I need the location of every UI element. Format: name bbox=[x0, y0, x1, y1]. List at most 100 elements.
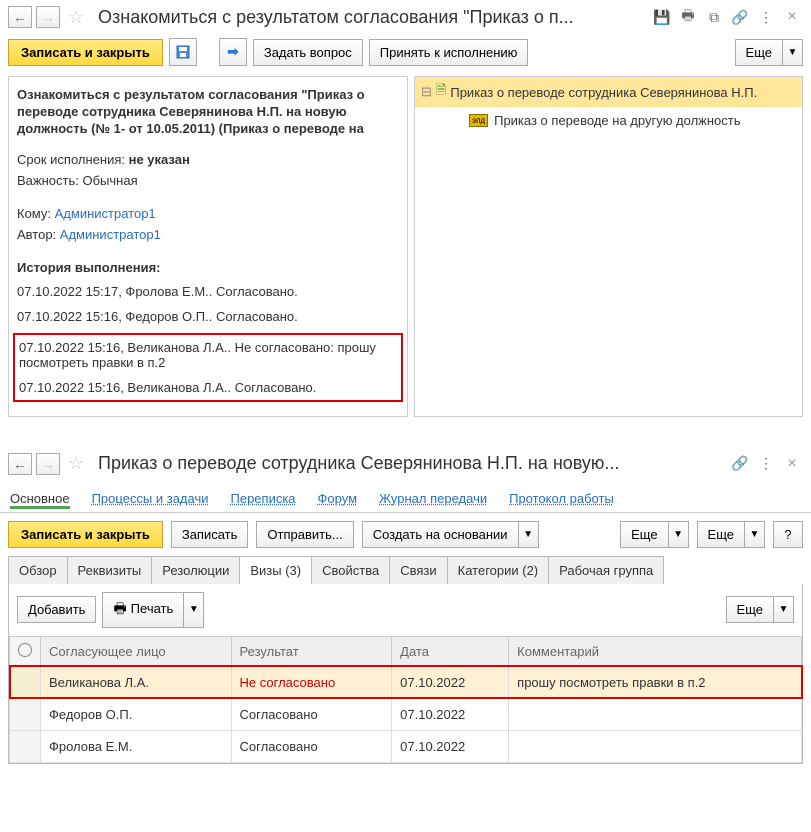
importance-value: Обычная bbox=[82, 173, 137, 188]
favorite-star-icon[interactable]: ☆ bbox=[68, 453, 88, 474]
subtab-workgroup[interactable]: Рабочая группа bbox=[548, 556, 664, 584]
author-label: Автор: bbox=[17, 227, 56, 242]
more-button[interactable]: Еще bbox=[620, 521, 668, 548]
documents-panel: ⊟ 🗎 Приказ о переводе сотрудника Северян… bbox=[414, 76, 803, 417]
create-based-dropdown[interactable]: ▼ bbox=[519, 521, 539, 548]
more-dropdown[interactable]: ▼ bbox=[774, 596, 794, 623]
save-close-button[interactable]: Записать и закрыть bbox=[8, 521, 163, 548]
col-date[interactable]: Дата bbox=[392, 636, 509, 666]
add-button[interactable]: Добавить bbox=[17, 596, 96, 623]
printer-icon: 🖶 bbox=[113, 600, 126, 616]
more-dropdown-2[interactable]: ▼ bbox=[745, 521, 765, 548]
sub-document-link[interactable]: Приказ о переводе на другую должность bbox=[494, 113, 740, 128]
print-button[interactable]: 🖶Печать bbox=[102, 592, 184, 628]
close-icon[interactable]: × bbox=[783, 455, 801, 473]
cell-person: Федоров О.П. bbox=[41, 698, 232, 730]
importance-label: Важность: bbox=[17, 173, 79, 188]
col-person[interactable]: Согласующее лицо bbox=[41, 636, 232, 666]
row-handle[interactable] bbox=[10, 666, 41, 698]
table-row[interactable]: Фролова Е.М. Согласовано 07.10.2022 bbox=[10, 730, 802, 762]
table-col-handle bbox=[10, 636, 41, 666]
tab-forum[interactable]: Форум bbox=[316, 485, 360, 512]
row-handle[interactable] bbox=[10, 730, 41, 762]
col-result[interactable]: Результат bbox=[231, 636, 392, 666]
print-dropdown[interactable]: ▼ bbox=[184, 592, 204, 628]
link-icon[interactable]: 🔗 bbox=[731, 455, 749, 473]
sub-tabs: Обзор Реквизиты Резолюции Визы (3) Свойс… bbox=[0, 556, 811, 584]
subtab-visas[interactable]: Визы (3) bbox=[239, 556, 312, 584]
cell-date: 07.10.2022 bbox=[392, 730, 509, 762]
subtab-overview[interactable]: Обзор bbox=[8, 556, 68, 584]
close-icon[interactable]: × bbox=[783, 8, 801, 26]
history-highlight-box: 07.10.2022 15:16, Великанова Л.А.. Не со… bbox=[13, 333, 403, 402]
nav-forward-button[interactable]: → bbox=[36, 6, 60, 28]
nav-tabs: Основное Процессы и задачи Переписка Фор… bbox=[0, 481, 811, 513]
history-entry: 07.10.2022 15:16, Федоров О.П.. Согласов… bbox=[17, 308, 399, 325]
link-icon[interactable]: 🔗 bbox=[731, 8, 749, 26]
task-details-panel: Ознакомиться с результатом согласования … bbox=[8, 76, 408, 417]
history-entry: 07.10.2022 15:16, Великанова Л.А.. Не со… bbox=[19, 339, 397, 371]
save-close-button[interactable]: Записать и закрыть bbox=[8, 39, 163, 66]
col-comment[interactable]: Комментарий bbox=[509, 636, 802, 666]
author-value-link[interactable]: Администратор1 bbox=[60, 227, 161, 242]
cell-result: Согласовано bbox=[231, 698, 392, 730]
cell-person: Великанова Л.А. bbox=[41, 666, 232, 698]
visas-table: Согласующее лицо Результат Дата Коммента… bbox=[9, 636, 802, 763]
window-title: Ознакомиться с результатом согласования … bbox=[96, 7, 647, 28]
forward-arrow-button[interactable]: ➡ bbox=[219, 38, 247, 66]
nav-back-button[interactable]: ← bbox=[8, 453, 32, 475]
create-based-button[interactable]: Создать на основании bbox=[362, 521, 519, 548]
subtab-categories[interactable]: Категории (2) bbox=[447, 556, 550, 584]
more-button-2[interactable]: Еще bbox=[697, 521, 745, 548]
nav-forward-button[interactable]: → bbox=[36, 453, 60, 475]
cell-date: 07.10.2022 bbox=[392, 698, 509, 730]
print-icon[interactable]: 🖶 bbox=[679, 8, 697, 26]
window-title: Приказ о переводе сотрудника Северянинов… bbox=[96, 453, 725, 474]
save-button[interactable]: Записать bbox=[171, 521, 249, 548]
more-dropdown-button[interactable]: ▼ bbox=[783, 39, 803, 66]
tab-protocol[interactable]: Протокол работы bbox=[507, 485, 616, 512]
cell-comment bbox=[509, 698, 802, 730]
save-icon[interactable]: 💾 bbox=[653, 8, 671, 26]
help-button[interactable]: ? bbox=[773, 521, 803, 548]
cell-result: Согласовано bbox=[231, 730, 392, 762]
cell-person: Фролова Е.М. bbox=[41, 730, 232, 762]
history-entry: 07.10.2022 15:17, Фролова Е.М.. Согласов… bbox=[17, 283, 399, 300]
favorite-star-icon[interactable]: ☆ bbox=[68, 7, 88, 28]
subtab-resolutions[interactable]: Резолюции bbox=[151, 556, 240, 584]
to-label: Кому: bbox=[17, 206, 51, 221]
more-icon[interactable]: ⋮ bbox=[757, 455, 775, 473]
history-label: История выполнения: bbox=[17, 260, 399, 275]
subtab-links[interactable]: Связи bbox=[389, 556, 447, 584]
deadline-value: не указан bbox=[129, 152, 190, 167]
copy-icon[interactable]: ⧉ bbox=[705, 8, 723, 26]
table-row[interactable]: Великанова Л.А. Не согласовано 07.10.202… bbox=[10, 666, 802, 698]
tree-collapse-icon[interactable]: ⊟ bbox=[421, 84, 432, 100]
subtab-details[interactable]: Реквизиты bbox=[67, 556, 153, 584]
doc-icon: 🗎 bbox=[436, 81, 446, 103]
cell-comment bbox=[509, 730, 802, 762]
to-value-link[interactable]: Администратор1 bbox=[55, 206, 156, 221]
more-button[interactable]: Еще bbox=[726, 596, 774, 623]
send-button[interactable]: Отправить... bbox=[256, 521, 353, 548]
ask-question-button[interactable]: Задать вопрос bbox=[253, 39, 363, 66]
tab-transfer-log[interactable]: Журнал передачи bbox=[377, 485, 489, 512]
more-icon[interactable]: ⋮ bbox=[757, 8, 775, 26]
tab-main: Основное bbox=[8, 485, 72, 512]
tab-processes[interactable]: Процессы и задачи bbox=[90, 485, 211, 512]
deadline-label: Срок исполнения: bbox=[17, 152, 125, 167]
epd-badge-icon: эпд bbox=[469, 114, 488, 127]
tab-mail[interactable]: Переписка bbox=[229, 485, 298, 512]
row-handle[interactable] bbox=[10, 698, 41, 730]
more-button[interactable]: Еще bbox=[735, 39, 783, 66]
nav-back-button[interactable]: ← bbox=[8, 6, 32, 28]
history-entry: 07.10.2022 15:16, Великанова Л.А.. Согла… bbox=[19, 379, 397, 396]
accept-execute-button[interactable]: Принять к исполнению bbox=[369, 39, 529, 66]
document-link[interactable]: Приказ о переводе сотрудника Северянинов… bbox=[450, 85, 757, 100]
save-button[interactable] bbox=[169, 38, 197, 66]
table-row[interactable]: Федоров О.П. Согласовано 07.10.2022 bbox=[10, 698, 802, 730]
task-title: Ознакомиться с результатом согласования … bbox=[17, 87, 399, 138]
subtab-properties[interactable]: Свойства bbox=[311, 556, 390, 584]
cell-date: 07.10.2022 bbox=[392, 666, 509, 698]
more-dropdown[interactable]: ▼ bbox=[669, 521, 689, 548]
